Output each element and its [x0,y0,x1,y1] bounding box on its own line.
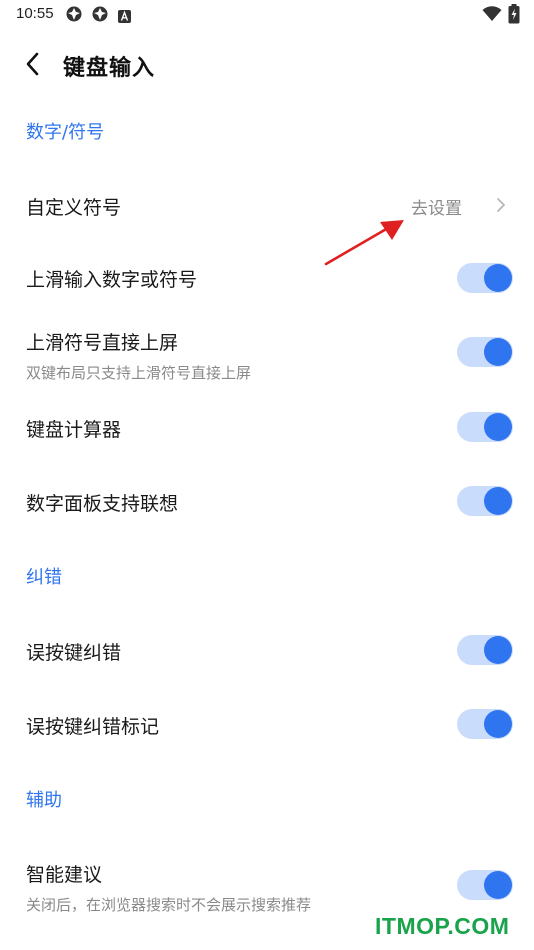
a-notification-icon [118,8,134,24]
mistype-correction-toggle[interactable] [457,635,513,665]
toggle-knob [484,338,512,366]
mistype-mark-label: 误按键纠错标记 [26,716,160,738]
section-title-correction: 纠错 [26,567,62,588]
calculator-toggle[interactable] [457,412,513,442]
swipe-input-label: 上滑输入数字或符号 [26,269,198,291]
custom-symbols-value: 去设置 [411,199,462,219]
calculator-row: 键盘计算器 [0,390,534,462]
section-title-assist: 辅助 [26,790,62,811]
watermark-text: ITMOP.COM [375,913,510,939]
status-time: 10:55 [16,5,54,22]
swipe-commit-description: 双键布局只支持上滑符号直接上屏 [26,364,252,382]
app-notification-icon [66,6,82,22]
swipe-input-row: 上滑输入数字或符号 [0,242,534,314]
mistype-mark-row: 误按键纠错标记 [0,687,534,759]
chevron-left-icon [25,52,41,80]
status-bar: 10:55 [0,0,534,30]
toggle-knob [484,264,512,292]
mistype-correction-label: 误按键纠错 [26,642,122,664]
smart-suggestion-toggle[interactable] [457,870,513,900]
toggle-knob [484,871,512,899]
section-title-numbers-symbols: 数字/符号 [26,122,105,143]
mistype-mark-toggle[interactable] [457,709,513,739]
chevron-right-icon [494,196,508,214]
smart-suggestion-description: 关闭后，在浏览器搜索时不会展示搜索推荐 [26,896,312,914]
swipe-commit-row: 上滑符号直接上屏 双键布局只支持上滑符号直接上屏 [0,316,534,388]
calculator-label: 键盘计算器 [26,419,122,441]
swipe-commit-toggle[interactable] [457,337,513,367]
mistype-correction-row: 误按键纠错 [0,613,534,685]
header: 键盘输入 [0,40,534,90]
toggle-knob [484,487,512,515]
swipe-input-toggle[interactable] [457,263,513,293]
page-title: 键盘输入 [63,56,156,81]
toggle-knob [484,710,512,738]
toggle-knob [484,636,512,664]
back-button[interactable] [18,51,48,81]
swipe-commit-label: 上滑符号直接上屏 [26,332,179,354]
toggle-knob [484,413,512,441]
battery-charging-icon [508,4,520,24]
numpad-prediction-label: 数字面板支持联想 [26,493,179,515]
numpad-prediction-toggle[interactable] [457,486,513,516]
smart-suggestion-row: 智能建议 关闭后，在浏览器搜索时不会展示搜索推荐 [0,846,534,918]
custom-symbols-label: 自定义符号 [26,197,122,219]
app-notification-icon [92,6,108,22]
custom-symbols-row[interactable]: 自定义符号 去设置 [0,168,534,240]
numpad-prediction-row: 数字面板支持联想 [0,464,534,536]
wifi-icon [482,6,502,22]
smart-suggestion-label: 智能建议 [26,864,103,886]
